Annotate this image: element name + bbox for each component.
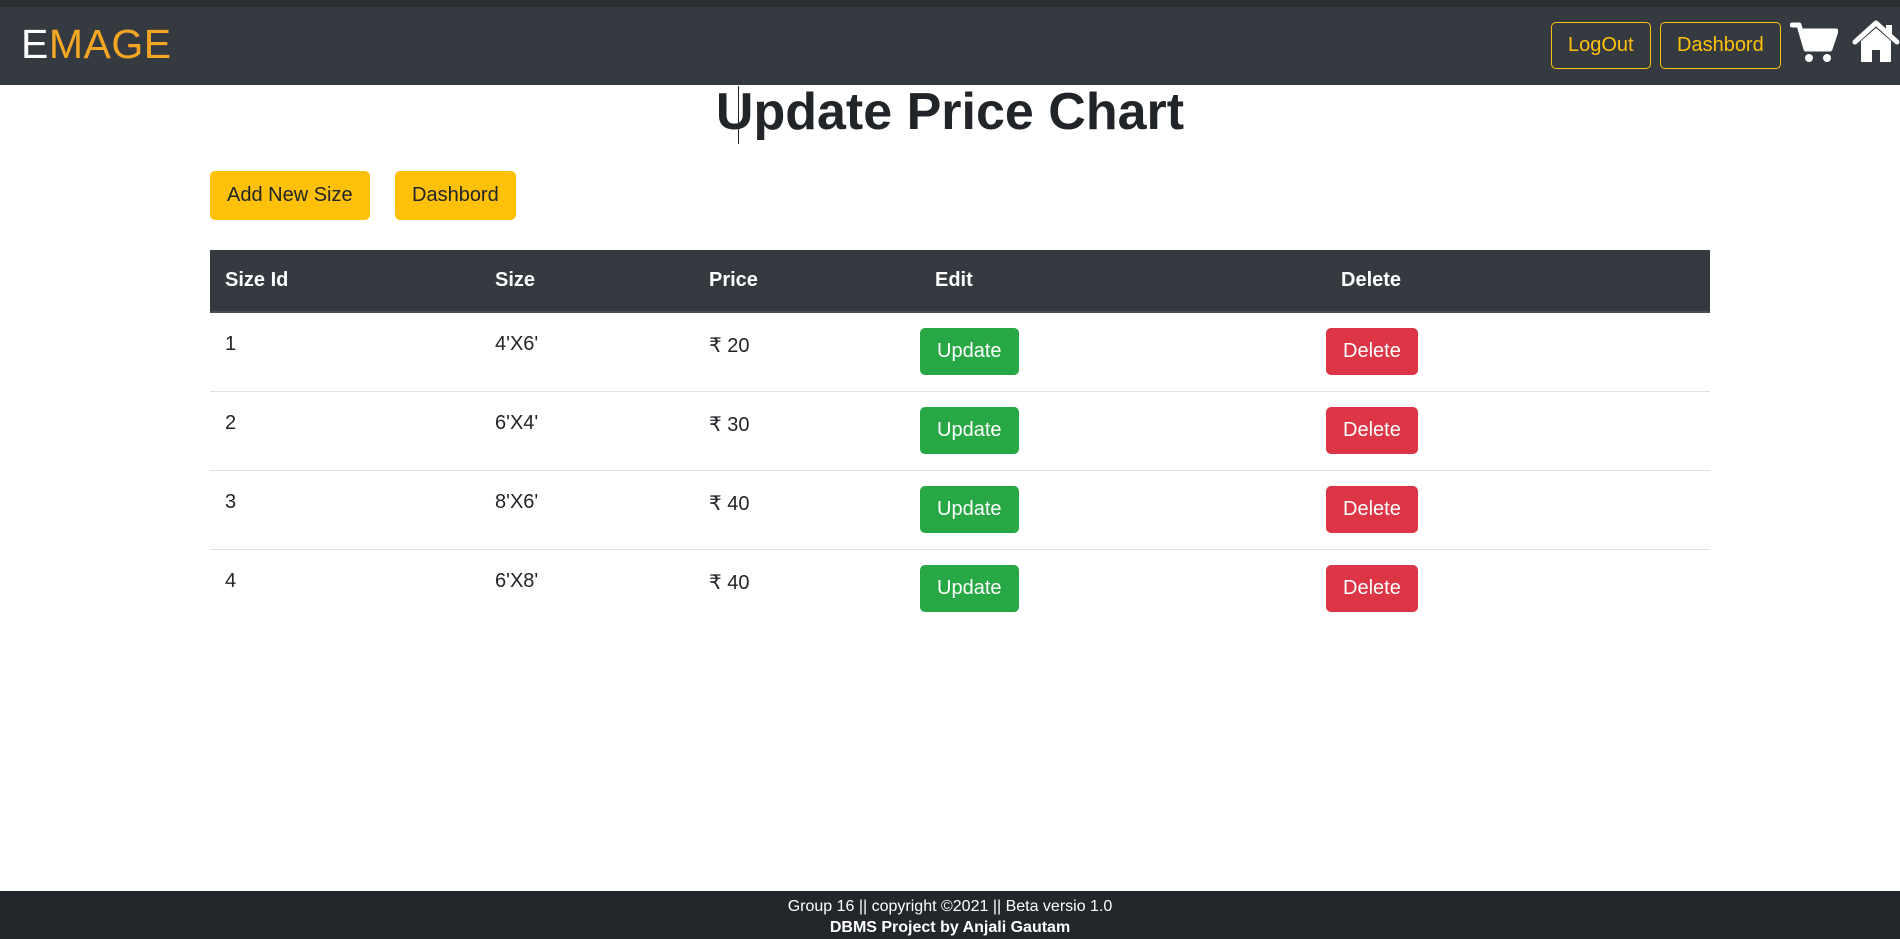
size-value: 4'X6' xyxy=(495,333,539,355)
table-row: 3 8'X6' ₹ 40 Update Delete xyxy=(210,469,1710,549)
size-id-cell: 3 xyxy=(210,469,480,549)
delete-cell: Delete xyxy=(1326,548,1710,628)
price-value: ₹ 30 xyxy=(709,413,750,436)
edit-cell: Update xyxy=(920,469,1326,549)
table-row: 4 6'X8' ₹ 40 Update Delete xyxy=(210,548,1710,628)
price-value: ₹ 40 xyxy=(709,492,750,515)
table-header-row: Size Id Size Price Edit Delete xyxy=(210,250,1710,313)
page-title: Update Price Chart xyxy=(715,83,1185,141)
price-cell: ₹ 40 xyxy=(694,469,920,549)
size-value: 6'X4' xyxy=(495,411,539,434)
price-cell: ₹ 30 xyxy=(694,390,920,470)
delete-button[interactable]: Delete xyxy=(1326,328,1418,375)
footer: Group 16 || copyright ©2021 || Beta vers… xyxy=(0,891,1900,939)
column-header-delete: Delete xyxy=(1326,250,1710,313)
brand-first-letter: E xyxy=(21,21,49,67)
delete-cell: Delete xyxy=(1326,390,1710,470)
add-new-size-button[interactable]: Add New Size xyxy=(210,171,370,220)
size-id-cell: 2 xyxy=(210,390,480,470)
size-id-cell: 4 xyxy=(210,548,480,628)
logout-button[interactable]: LogOut xyxy=(1551,22,1651,69)
delete-cell: Delete xyxy=(1326,469,1710,549)
size-value: 8'X6' xyxy=(495,490,539,513)
price-chart-table: Size Id Size Price Edit Delete 1 4'X6' ₹… xyxy=(210,250,1710,628)
size-id-value: 3 xyxy=(225,490,237,513)
size-cell: 6'X8' xyxy=(480,548,694,628)
size-id-value: 2 xyxy=(225,411,237,434)
delete-button[interactable]: Delete xyxy=(1326,564,1418,612)
brand-rest: MAGE xyxy=(48,21,172,67)
column-header-price: Price xyxy=(694,250,920,313)
nav-dashboard-button[interactable]: Dashbord xyxy=(1660,22,1781,69)
text-cursor xyxy=(738,86,739,144)
update-button[interactable]: Update xyxy=(920,406,1019,454)
size-value: 6'X8' xyxy=(495,569,539,592)
size-id-cell: 1 xyxy=(210,312,480,391)
home-icon[interactable] xyxy=(1852,19,1900,70)
price-cell: ₹ 20 xyxy=(694,312,920,391)
size-id-value: 4 xyxy=(225,569,237,592)
price-value: ₹ 40 xyxy=(709,571,750,594)
window-top-edge xyxy=(0,0,1900,7)
footer-copyright: Group 16 || copyright ©2021 || Beta vers… xyxy=(787,898,1113,915)
cart-icon[interactable] xyxy=(1789,21,1839,70)
price-cell: ₹ 40 xyxy=(694,548,920,628)
column-header-edit: Edit xyxy=(920,250,1326,313)
column-header-size-id: Size Id xyxy=(210,250,480,313)
dashboard-button[interactable]: Dashbord xyxy=(395,171,516,220)
delete-button[interactable]: Delete xyxy=(1326,485,1418,533)
size-id-value: 1 xyxy=(225,333,237,355)
table-row: 1 4'X6' ₹ 20 Update Delete xyxy=(210,312,1710,391)
update-button[interactable]: Update xyxy=(920,485,1019,533)
brand-logo[interactable]: EMAGE xyxy=(21,21,172,68)
update-button[interactable]: Update xyxy=(920,564,1019,612)
size-cell: 8'X6' xyxy=(480,469,694,549)
column-header-size: Size xyxy=(480,250,694,313)
footer-credit: DBMS Project by Anjali Gautam xyxy=(829,919,1071,936)
navbar: EMAGE LogOut Dashbord xyxy=(0,7,1900,85)
edit-cell: Update xyxy=(920,548,1326,628)
size-cell: 6'X4' xyxy=(480,390,694,470)
price-value: ₹ 20 xyxy=(709,335,750,357)
edit-cell: Update xyxy=(920,312,1326,391)
edit-cell: Update xyxy=(920,390,1326,470)
delete-button[interactable]: Delete xyxy=(1326,406,1418,454)
size-cell: 4'X6' xyxy=(480,312,694,391)
table-row: 2 6'X4' ₹ 30 Update Delete xyxy=(210,390,1710,470)
delete-cell: Delete xyxy=(1326,312,1710,391)
update-button[interactable]: Update xyxy=(920,328,1019,375)
